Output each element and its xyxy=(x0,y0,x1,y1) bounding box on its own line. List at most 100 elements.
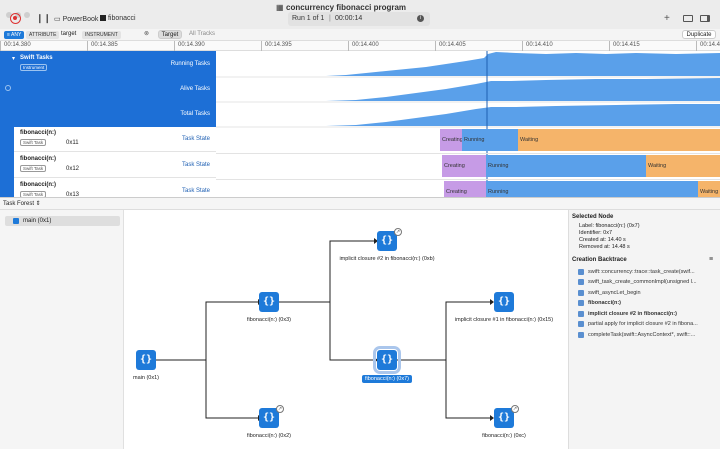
task-node-label[interactable]: fibonacci(n:) (0x3) xyxy=(247,317,291,323)
layout-right-icon[interactable] xyxy=(700,15,710,22)
ruler-tick xyxy=(348,41,349,51)
alive-tasks-label: Alive Tasks xyxy=(180,86,210,92)
task-node-label[interactable]: fibonacci(n:) (0x2) xyxy=(247,433,291,439)
task-node-icon[interactable]: {} xyxy=(373,346,401,374)
task-node-label[interactable]: fibonacci(n:) (0xc) xyxy=(482,433,526,439)
frame-label: completeTask(swift::AsyncContext*, swift… xyxy=(588,331,696,338)
ruler-tick-label: 00:14.380 xyxy=(4,42,31,48)
ruler-tick-label: 00:14.390 xyxy=(178,42,205,48)
all-tracks-button[interactable]: All Tracks xyxy=(189,31,215,37)
task-node-label[interactable]: main (0x1) xyxy=(133,375,159,381)
ruler-tick xyxy=(261,41,262,51)
instrument-token[interactable]: INSTRUMENT xyxy=(82,31,121,39)
task-node-icon[interactable]: {} xyxy=(494,292,514,312)
disclosure-icon[interactable]: ▾ xyxy=(12,55,15,62)
task-state-segment-running[interactable]: Running xyxy=(486,155,646,177)
run-label: Run 1 of 1 xyxy=(292,15,325,22)
ruler-tick xyxy=(174,41,175,51)
any-toggle[interactable]: ≡ ANY xyxy=(4,31,25,39)
backtrace-frame[interactable]: swift::concurrency::trace::task_create(s… xyxy=(578,267,695,276)
task-state-segment-creating[interactable]: Creating xyxy=(440,129,463,151)
task-forest-title: Task Forest xyxy=(3,201,35,207)
layout-bottom-icon[interactable] xyxy=(683,15,693,22)
task-node-label[interactable]: implicit closure #2 in fibonacci(n:) (0x… xyxy=(339,256,434,262)
identifier-line: Identifier: 0x7 xyxy=(579,230,613,236)
instruments-window: ❙❙ ▭ PowerBook › fibonacci ▦ concurrency… xyxy=(0,0,720,449)
task-state-segment-waiting[interactable]: Waiting xyxy=(646,155,720,177)
filter-field[interactable]: target xyxy=(61,31,76,37)
completed-badge-icon: ↗ xyxy=(394,228,402,236)
task-forest-header: Task Forest ⇕ xyxy=(0,197,720,210)
task-name: fibonacci(n:) xyxy=(20,130,56,136)
task-forest-selector[interactable]: Task Forest ⇕ xyxy=(3,200,41,207)
braces-icon xyxy=(13,218,19,224)
row-separator xyxy=(216,179,720,180)
ruler-tick-label: 00:14.410 xyxy=(526,42,553,48)
task-node-icon[interactable]: {} xyxy=(259,292,279,312)
task-state-segment-creating[interactable]: Creating xyxy=(442,155,486,177)
add-instrument-icon[interactable]: + xyxy=(664,13,670,24)
task-state-label: Task State xyxy=(181,188,210,194)
add-track-icon[interactable] xyxy=(5,85,11,91)
task-track-row[interactable]: fibonacci(n:) Swift Task 0x12 Task State xyxy=(14,153,216,178)
info-icon[interactable]: i xyxy=(417,15,424,22)
window-controls[interactable] xyxy=(6,5,36,18)
swift-task-tag: Swift Task xyxy=(20,165,47,172)
sidebar-item-main[interactable]: main (0x1) xyxy=(5,216,120,226)
backtrace-frame[interactable]: partial apply for implicit closure #2 in… xyxy=(578,320,698,329)
task-state-segment-running[interactable]: Running xyxy=(462,129,518,151)
ruler-tick xyxy=(435,41,436,51)
duplicate-button[interactable]: Duplicate xyxy=(682,30,716,39)
backtrace-frame[interactable]: swift_asyncLet_begin xyxy=(578,288,641,297)
frame-user-icon xyxy=(578,321,584,327)
clear-filter-icon[interactable]: ⊗ xyxy=(144,30,149,37)
backtrace-frame[interactable]: swift_task_create_commonImpl(unsigned l.… xyxy=(578,278,697,287)
ruler-tick-label: 00:14.400 xyxy=(352,42,379,48)
running-tasks-area xyxy=(216,52,720,76)
ruler-tick xyxy=(609,41,610,51)
target-button[interactable]: Target xyxy=(158,30,182,39)
frame-label: partial apply for implicit closure #2 in… xyxy=(588,321,698,327)
filter-bar: ≡ ANY ATTRIBUTE target INSTRUMENT ⊗ Targ… xyxy=(0,29,720,41)
task-state-label: Task State xyxy=(181,162,210,168)
ruler-tick-label: 00:14.385 xyxy=(91,42,118,48)
track-graphs[interactable]: Creating Running Waiting Creating Running Wai… xyxy=(216,51,720,206)
terminal-icon xyxy=(100,15,106,22)
backtrace-frame[interactable]: implicit closure #2 in fibonacci(n:) xyxy=(578,309,677,318)
backtrace-options-icon[interactable]: ≡ xyxy=(709,256,713,263)
task-forest-canvas[interactable]: {} main (0x1) {} fibonacci(n:) (0x3) {} ↗ fibo… xyxy=(124,210,568,449)
frame-user-icon xyxy=(578,279,584,285)
frame-user-icon xyxy=(578,268,584,275)
attribute-token[interactable]: ATTRIBUTE xyxy=(26,31,60,39)
time-ruler[interactable]: 00:14.380 00:14.385 00:14.390 00:14.395 00:1… xyxy=(0,41,720,51)
record-button[interactable] xyxy=(10,13,21,24)
total-tasks-area xyxy=(216,104,720,126)
device-selector[interactable]: ▭ PowerBook › xyxy=(54,15,103,23)
ruler-tick-label: 00:14.395 xyxy=(265,42,292,48)
swift-tasks-label: Swift Tasks xyxy=(20,55,53,61)
frame-label: swift_task_create_commonImpl(unsigned l.… xyxy=(588,279,697,285)
frame-user-icon xyxy=(578,289,584,296)
target-selector[interactable]: fibonacci xyxy=(100,15,136,22)
backtrace-frame[interactable]: completeTask(swift::AsyncContext*, swift… xyxy=(578,330,695,339)
task-state-segment-waiting[interactable]: Waiting xyxy=(518,129,720,151)
pause-button[interactable]: ❙❙ xyxy=(36,13,51,24)
backtrace-frame[interactable]: fibonacci(n:) xyxy=(578,299,621,308)
task-track-row[interactable]: fibonacci(n:) Swift Task 0x11 Task State xyxy=(14,127,216,152)
completed-badge-icon: ↗ xyxy=(276,405,284,413)
task-name: fibonacci(n:) xyxy=(20,182,56,188)
run-status[interactable]: Run 1 of 1 | 00:00:14 i xyxy=(288,12,430,26)
ruler-tick xyxy=(522,41,523,51)
task-node-icon[interactable]: {} xyxy=(136,350,156,370)
task-node-label[interactable]: implicit closure #1 in fibonacci(n:) (0x… xyxy=(455,317,553,323)
row-separator xyxy=(216,153,720,154)
toolbar: ❙❙ ▭ PowerBook › fibonacci ▦ concurrency… xyxy=(0,0,720,29)
running-tasks-label: Running Tasks xyxy=(170,61,210,67)
frame-label: implicit closure #2 in fibonacci(n:) xyxy=(588,310,677,317)
task-id: 0x12 xyxy=(66,166,80,172)
window-title: concurrency fibonacci program xyxy=(286,3,407,12)
target-name: fibonacci xyxy=(107,15,136,22)
task-state-label: Task State xyxy=(181,136,210,142)
task-node-label[interactable]: fibonacci(n:) (0x7) xyxy=(361,375,413,383)
frame-user-icon xyxy=(578,331,584,338)
